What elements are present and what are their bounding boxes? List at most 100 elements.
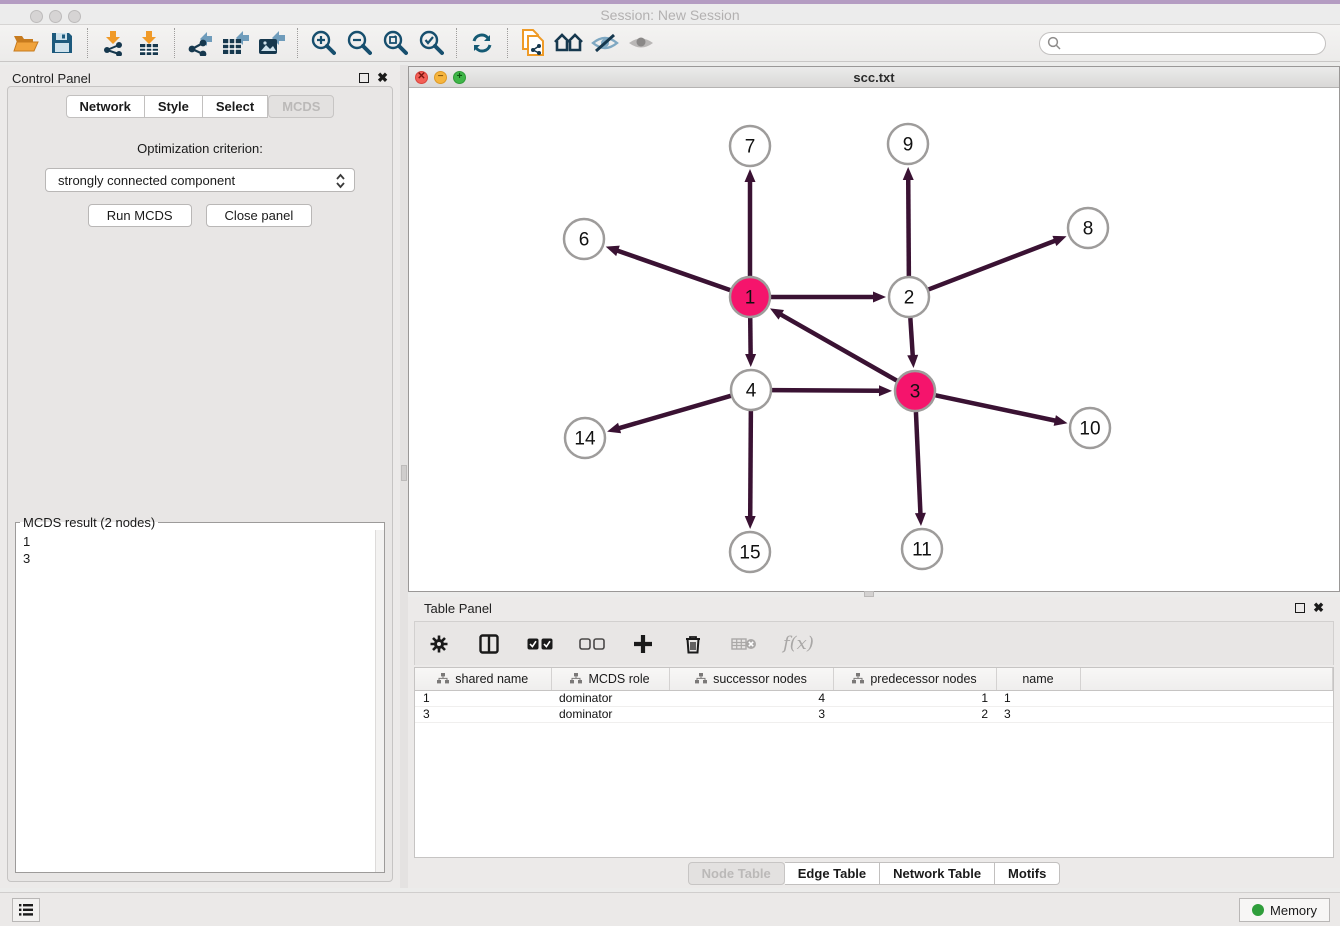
mcds-result-group: MCDS result (2 nodes) 1 3 (15, 515, 385, 873)
tab-network-table[interactable]: Network Table (880, 862, 995, 885)
table-cell[interactable]: 3 (415, 706, 551, 722)
column-header-name[interactable]: name (996, 668, 1080, 690)
node-table[interactable]: shared nameMCDS rolesuccessor nodesprede… (414, 667, 1334, 858)
graph-edge-2-8[interactable] (929, 241, 1056, 290)
save-session-icon[interactable] (44, 28, 80, 58)
table-cell[interactable]: dominator (551, 690, 669, 706)
sort-tree-icon (695, 673, 707, 684)
tab-node-table[interactable]: Node Table (688, 862, 785, 885)
duplicate-network-icon[interactable] (515, 28, 551, 58)
run-mcds-button[interactable]: Run MCDS (88, 204, 192, 227)
table-cell[interactable]: 3 (996, 706, 1080, 722)
export-table-icon[interactable] (218, 28, 254, 58)
delete-column-icon[interactable] (681, 629, 705, 659)
status-bar: Memory (0, 892, 1340, 926)
vertical-splitter[interactable] (400, 65, 408, 888)
graph-node-label: 7 (745, 137, 756, 158)
table-cell[interactable]: 2 (833, 706, 996, 722)
hide-selected-icon[interactable] (587, 28, 623, 58)
gear-icon[interactable] (427, 629, 451, 659)
graph-edge-4-14[interactable] (619, 396, 731, 428)
home-icon[interactable] (551, 28, 587, 58)
memory-button[interactable]: Memory (1239, 898, 1330, 922)
close-panel-button[interactable]: Close panel (206, 204, 313, 227)
zoom-out-icon[interactable] (341, 28, 377, 58)
graph-node-label: 14 (574, 429, 596, 450)
mcds-result-list[interactable]: 1 3 (16, 530, 375, 872)
table-cell[interactable]: 3 (669, 706, 833, 722)
graph-edge-1-6[interactable] (617, 251, 730, 291)
toolbar-separator (456, 28, 457, 58)
table-toolbar: f(x) (414, 621, 1334, 665)
graph-edge-2-9[interactable] (908, 179, 909, 276)
graph-node-label: 15 (739, 543, 760, 564)
mcds-result-scrollbar[interactable] (375, 530, 384, 872)
task-history-button[interactable] (12, 898, 40, 922)
graph-edge-4-3[interactable] (772, 390, 880, 391)
delete-table-icon[interactable] (731, 629, 757, 659)
graph-edge-2-3[interactable] (910, 318, 912, 356)
close-panel-icon[interactable]: ✖ (377, 73, 388, 83)
open-session-icon[interactable] (8, 28, 44, 58)
deselect-all-checkbox-icon[interactable] (579, 629, 605, 659)
refresh-icon[interactable] (464, 28, 500, 58)
column-header-shared-name[interactable]: shared name (415, 668, 551, 690)
tab-style[interactable]: Style (145, 95, 203, 118)
table-cell[interactable]: 1 (833, 690, 996, 706)
graph-node-label: 10 (1079, 419, 1100, 440)
table-cell[interactable]: 1 (415, 690, 551, 706)
table-row[interactable]: 3dominator323 (415, 706, 1333, 722)
zoom-in-icon[interactable] (305, 28, 341, 58)
zoom-selected-icon[interactable] (413, 28, 449, 58)
table-cell[interactable]: 4 (669, 690, 833, 706)
export-image-icon[interactable] (254, 28, 290, 58)
criterion-dropdown[interactable]: strongly connected component (45, 168, 355, 192)
graph-arrowhead (907, 355, 918, 368)
graph-node-label: 3 (910, 382, 921, 403)
network-canvas[interactable]: 7968124314101511 (409, 88, 1339, 591)
tab-mcds[interactable]: MCDS (268, 95, 334, 118)
graph-edge-3-11[interactable] (916, 412, 921, 514)
tab-select[interactable]: Select (203, 95, 268, 118)
table-panel: Table Panel ✖ (408, 597, 1340, 888)
graph-edge-4-15[interactable] (750, 411, 751, 517)
show-all-icon[interactable] (623, 28, 659, 58)
search-input[interactable] (1039, 32, 1326, 55)
column-header-successor-nodes[interactable]: successor nodes (669, 668, 833, 690)
select-all-checkbox-icon[interactable] (527, 629, 553, 659)
column-header-MCDS-role[interactable]: MCDS role (551, 668, 669, 690)
table-row[interactable]: 1dominator411 (415, 690, 1333, 706)
export-network-icon[interactable] (182, 28, 218, 58)
split-columns-icon[interactable] (477, 629, 501, 659)
tab-motifs[interactable]: Motifs (995, 862, 1060, 885)
import-table-icon[interactable] (131, 28, 167, 58)
function-builder-icon[interactable]: f(x) (783, 629, 814, 659)
sort-tree-icon (852, 673, 864, 684)
tab-edge-table[interactable]: Edge Table (785, 862, 880, 885)
graph-arrowhead (873, 292, 886, 303)
splitter-grip[interactable] (401, 465, 407, 481)
column-header-predecessor-nodes[interactable]: predecessor nodes (833, 668, 996, 690)
network-title: scc.txt (409, 70, 1339, 85)
chevron-up-down-icon (335, 172, 346, 193)
graph-edge-3-10[interactable] (936, 395, 1056, 420)
table-cell[interactable]: 1 (996, 690, 1080, 706)
add-column-icon[interactable] (631, 629, 655, 659)
graph-arrowhead (745, 516, 756, 529)
table-cell[interactable]: dominator (551, 706, 669, 722)
float-table-panel-icon[interactable] (1295, 603, 1305, 613)
tab-network[interactable]: Network (66, 95, 145, 118)
network-graph[interactable]: 7968124314101511 (409, 88, 1339, 591)
toolbar-separator (507, 28, 508, 58)
network-window-titlebar[interactable]: ✕ − + scc.txt (409, 67, 1339, 88)
toolbar-separator (297, 28, 298, 58)
close-table-panel-icon[interactable]: ✖ (1313, 603, 1324, 613)
graph-arrowhead (879, 385, 892, 396)
zoom-fit-icon[interactable] (377, 28, 413, 58)
graph-edge-3-1[interactable] (780, 314, 896, 380)
criterion-value: strongly connected component (58, 173, 235, 188)
import-network-icon[interactable] (95, 28, 131, 58)
toolbar-separator (87, 28, 88, 58)
float-panel-icon[interactable] (359, 73, 369, 83)
mcds-tab-content: Optimization criterion: strongly connect… (7, 86, 393, 882)
